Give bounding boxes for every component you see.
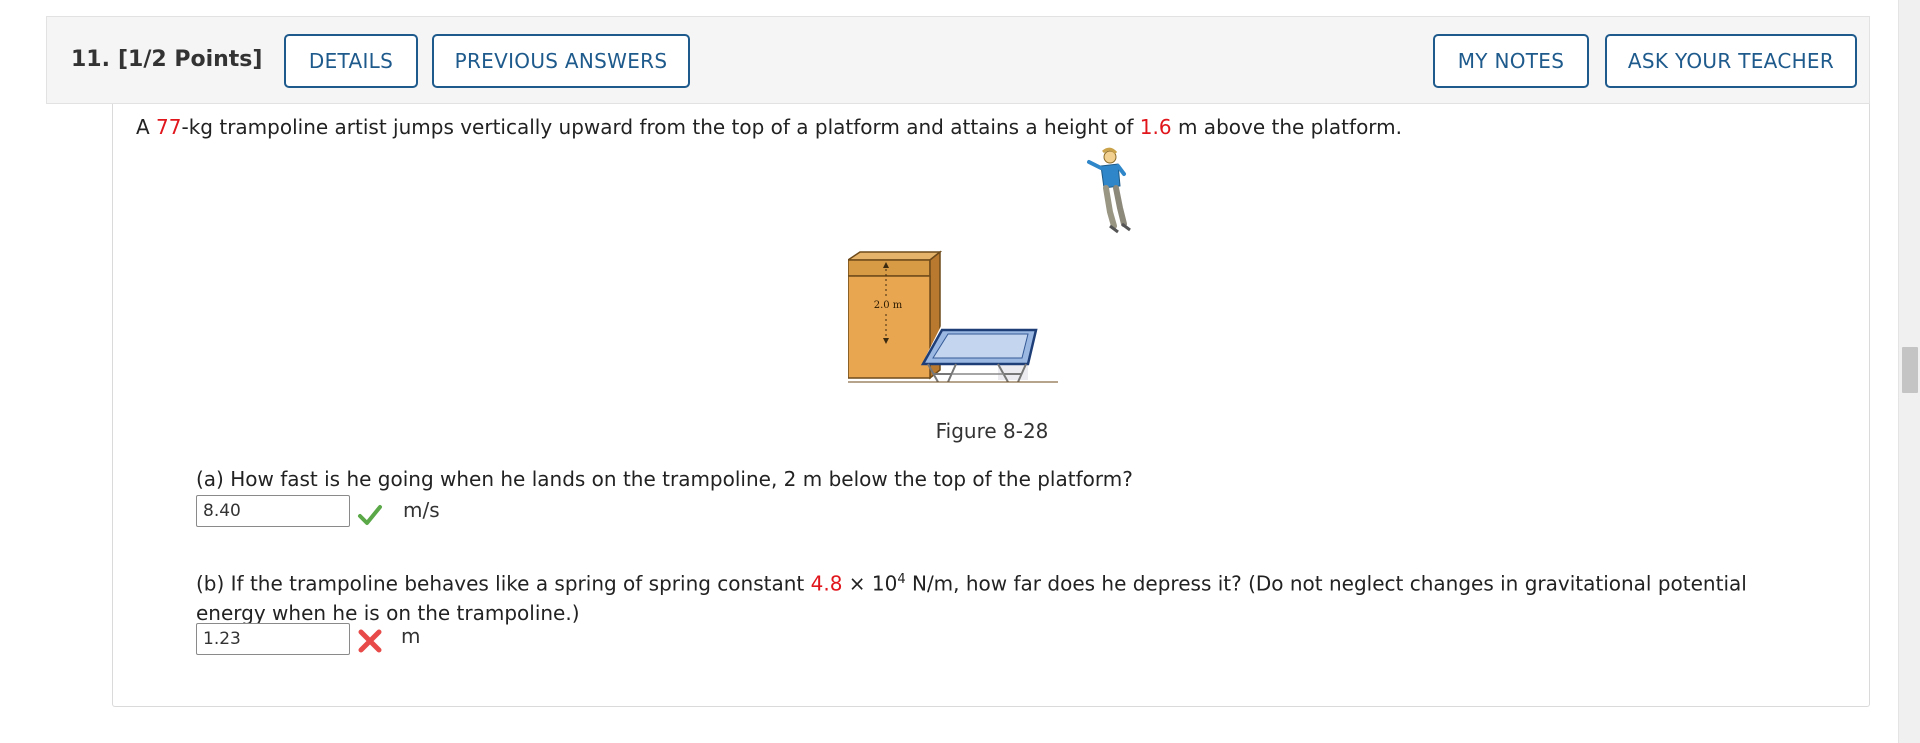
jumper-illustration <box>1087 147 1131 234</box>
spring-constant-value: 4.8 <box>810 571 843 596</box>
figure-caption: Figure 8-28 <box>935 419 1049 443</box>
scrollbar-thumb[interactable] <box>1902 347 1918 393</box>
part-b-text: (b) If the trampoline behaves like a spr… <box>196 571 811 596</box>
question-panel: A 77-kg trampoline artist jumps vertical… <box>112 104 1870 707</box>
statement-text: A <box>136 115 157 139</box>
figure-illustration: 2.0 m <box>848 147 1131 383</box>
part-b-question: (b) If the trampoline behaves like a spr… <box>196 565 1747 628</box>
problem-statement: A 77-kg trampoline artist jumps vertical… <box>136 115 1402 139</box>
exponent-text: 4 <box>897 572 906 587</box>
part-a-answer-input[interactable] <box>196 495 350 527</box>
statement-text: m above the platform. <box>1171 115 1403 139</box>
part-a-question: (a) How fast is he going when he lands o… <box>196 467 1133 491</box>
previous-answers-button[interactable]: PREVIOUS ANSWERS <box>432 34 690 88</box>
platform-height-label: 2.0 m <box>874 300 903 311</box>
part-b-text: N/m, how far does he depress it? (Do not… <box>905 571 1747 596</box>
details-button[interactable]: DETAILS <box>284 34 418 88</box>
scrollbar[interactable] <box>1898 0 1920 743</box>
mass-value: 77 <box>156 115 182 139</box>
x-mark-icon <box>358 629 382 653</box>
part-b-answer-input[interactable] <box>196 623 350 655</box>
part-b-text: × 10 <box>842 571 898 596</box>
ask-your-teacher-button[interactable]: ASK YOUR TEACHER <box>1605 34 1857 88</box>
points-label: [1/2 Points] <box>117 47 263 72</box>
question-number: 11. [1/2 Points] <box>71 47 262 72</box>
question-header: 11. [1/2 Points] DETAILS PREVIOUS ANSWERS… <box>46 16 1870 104</box>
part-a-unit: m/s <box>403 498 440 522</box>
statement-text: -kg trampoline artist jumps vertically u… <box>181 115 1140 139</box>
question-number-label: 11. <box>71 47 110 72</box>
part-b-text: energy when he is on the trampoline.) <box>196 600 580 625</box>
part-b-unit: m <box>401 624 421 648</box>
my-notes-button[interactable]: MY NOTES <box>1433 34 1589 88</box>
height-value: 1.6 <box>1139 115 1172 139</box>
checkmark-icon <box>358 505 382 525</box>
